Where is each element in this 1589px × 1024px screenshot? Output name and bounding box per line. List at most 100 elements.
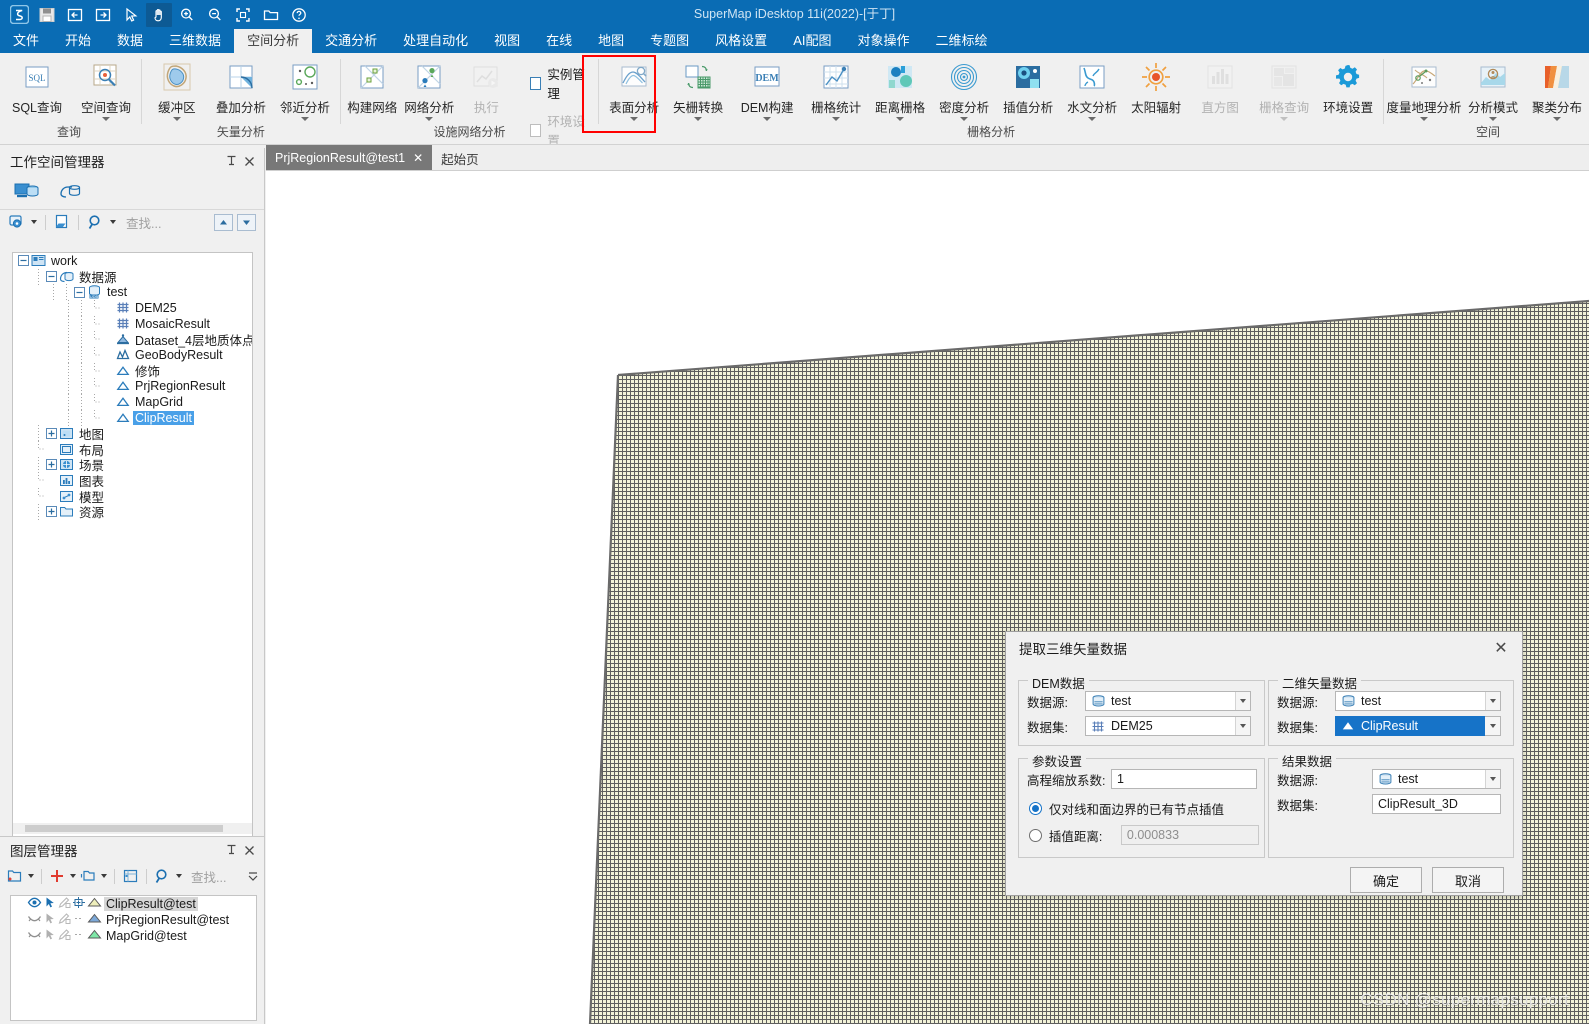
view-caret-icon[interactable] (31, 220, 37, 224)
ribbon-tab-5[interactable]: 交通分析 (312, 29, 390, 53)
tree-node[interactable]: PrjRegionResult (13, 378, 252, 395)
tree-node[interactable]: MapGrid (13, 394, 252, 411)
ribbon-button-buffer[interactable]: 缓冲区 (145, 58, 209, 121)
ribbon-button-vector-raster[interactable]: 矢栅转换 (666, 58, 730, 121)
copy-caret-icon[interactable] (101, 874, 107, 878)
dialog-close-icon[interactable]: ✕ (1490, 637, 1512, 659)
layer-expander-icon[interactable] (73, 896, 85, 912)
ribbon-button-spatial-query[interactable]: 空间查询 (74, 58, 138, 121)
radio-nodes-row[interactable]: 仅对线和面边界的已有节点插值 (1029, 797, 1259, 819)
close-icon[interactable] (240, 152, 258, 170)
new-doc-icon[interactable] (54, 214, 70, 230)
tree-node[interactable]: 场景 (13, 456, 252, 473)
ribbon-tab-8[interactable]: 在线 (533, 29, 585, 53)
layer-list[interactable]: ClipResult@test PrjRegionResult@test MapGr… (10, 895, 257, 1021)
ribbon-button-network-analysis[interactable]: 网络分析 (401, 58, 458, 121)
chevron-down-icon[interactable] (300, 117, 309, 121)
layer-toolbar-overflow[interactable] (248, 871, 258, 881)
layer-row[interactable]: ClipResult@test (11, 896, 256, 912)
selectable-toggle-icon[interactable] (44, 912, 56, 928)
visibility-toggle-icon[interactable] (27, 912, 42, 928)
tree-node[interactable]: UDB test (13, 284, 252, 301)
chevron-down-icon[interactable] (1552, 117, 1561, 121)
view-eye-icon[interactable] (8, 214, 25, 230)
workspace-tree-hscrollbar[interactable] (13, 823, 252, 834)
document-tab-0[interactable]: PrjRegionResult@test1 ✕ (266, 145, 433, 170)
chevron-down-icon[interactable] (960, 117, 969, 121)
chevron-down-icon[interactable] (832, 117, 841, 121)
vector-dataset-combo[interactable]: ClipResult (1335, 716, 1485, 736)
ribbon-button-cluster[interactable]: 聚类分布 (1525, 58, 1589, 121)
chevron-down-icon[interactable] (1419, 117, 1428, 121)
tree-node[interactable]: 图表 (13, 472, 252, 489)
layer-search-input[interactable]: 查找... (185, 867, 245, 886)
ribbon-button-measure-geo[interactable]: 度量地理分析 (1386, 58, 1461, 121)
ribbon-button-solar-radiation[interactable]: 太阳辐射 (1124, 58, 1188, 116)
ribbon-button-settings-gear[interactable]: 环境设置 (1316, 58, 1380, 116)
ribbon-tab-1[interactable]: 开始 (52, 29, 104, 53)
open-folder-icon[interactable] (258, 3, 284, 27)
tree-node[interactable]: work (13, 253, 252, 269)
tree-node[interactable]: 数据源 (13, 268, 252, 285)
checkbox-row-0[interactable]: 实例管理 (529, 64, 591, 102)
tree-node[interactable]: Dataset_4层地质体点位_SH (13, 331, 252, 348)
result-datasource-combo[interactable]: test (1372, 769, 1501, 789)
pin-icon[interactable] (222, 152, 240, 170)
ribbon-button-proximity[interactable]: 邻近分析 (273, 58, 337, 121)
tree-node[interactable]: 修饰 (13, 362, 252, 379)
close-icon[interactable]: ✕ (413, 151, 423, 165)
app-logo-icon[interactable] (6, 3, 32, 27)
chevron-down-icon[interactable] (1235, 692, 1250, 710)
ribbon-tab-11[interactable]: 风格设置 (702, 29, 780, 53)
layer-row[interactable]: MapGrid@test (11, 928, 256, 944)
dem-datasource-combo[interactable]: test (1085, 691, 1251, 711)
arrow-up-icon[interactable] (214, 213, 233, 231)
chevron-down-icon[interactable] (172, 117, 181, 121)
datasource-tab[interactable] (56, 178, 86, 206)
chevron-down-icon[interactable] (425, 117, 434, 121)
ribbon-button-build-network[interactable]: 构建网络 (344, 58, 401, 116)
tree-node[interactable]: 地图 (13, 425, 252, 442)
pin-icon[interactable] (222, 841, 240, 859)
copy-layers-icon[interactable] (79, 868, 96, 884)
radio-interpolate-nodes[interactable] (1029, 801, 1042, 815)
ribbon-button-interpolation[interactable]: 插值分析 (996, 58, 1060, 116)
tree-node[interactable]: 布局 (13, 441, 252, 458)
cancel-button[interactable]: 取消 (1432, 867, 1504, 893)
chevron-down-icon[interactable] (1485, 716, 1501, 736)
redo-icon[interactable] (90, 3, 116, 27)
ribbon-button-analysis-mode[interactable]: 分析模式 (1461, 58, 1525, 121)
ribbon-button-distance-raster[interactable]: 距离栅格 (868, 58, 932, 121)
collapse-minus-icon[interactable] (17, 254, 30, 267)
tree-node[interactable]: ClipResult (13, 409, 252, 426)
plus-icon[interactable] (49, 868, 65, 884)
result-dataset-input[interactable]: ClipResult_3D (1372, 794, 1501, 814)
ribbon-tab-0[interactable]: 文件 (0, 29, 52, 53)
save-icon[interactable] (34, 3, 60, 27)
select-icon[interactable] (118, 3, 144, 27)
pan-icon[interactable] (146, 2, 172, 27)
ribbon-tab-13[interactable]: 对象操作 (844, 29, 922, 53)
ribbon-button-sql-query[interactable]: SQL SQL查询 (0, 58, 74, 116)
selectable-toggle-icon[interactable] (44, 928, 56, 944)
tree-node[interactable]: DEM25 (13, 299, 252, 316)
chevron-down-icon[interactable] (1235, 717, 1250, 735)
search-icon[interactable] (154, 868, 171, 884)
map-canvas[interactable]: CSDN @supermapsupport (266, 171, 1589, 1024)
search-caret-icon[interactable] (110, 220, 116, 224)
chevron-down-icon[interactable] (1088, 117, 1097, 121)
visibility-toggle-icon[interactable] (27, 928, 42, 944)
layer-row[interactable]: PrjRegionResult@test (11, 912, 256, 928)
chevron-down-icon[interactable] (102, 117, 110, 121)
ribbon-button-density[interactable]: 密度分析 (932, 58, 996, 121)
checkbox-icon[interactable] (529, 76, 542, 90)
expand-plus-icon[interactable] (45, 458, 58, 471)
ok-button[interactable]: 确定 (1350, 867, 1422, 893)
ribbon-button-dem-build[interactable]: DEM DEM构建 (730, 58, 804, 121)
tree-node[interactable]: 资源 (13, 503, 252, 520)
ribbon-tab-7[interactable]: 视图 (481, 29, 533, 53)
ribbon-button-surface-analysis[interactable]: 表面分析 (602, 58, 666, 121)
zoom-out-icon[interactable] (202, 3, 228, 27)
chevron-down-icon[interactable] (694, 117, 703, 121)
layer-expander-icon[interactable] (73, 912, 85, 928)
